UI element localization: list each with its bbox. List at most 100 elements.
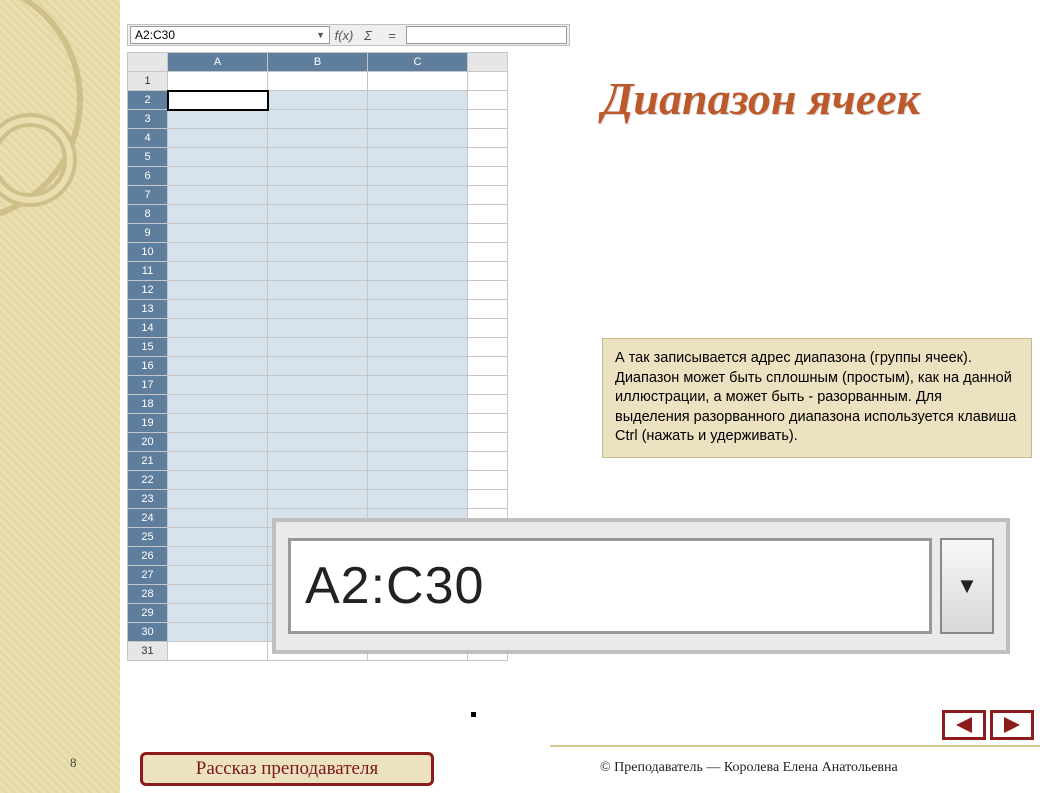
row-header[interactable]: 1 — [128, 72, 168, 91]
cell[interactable] — [468, 72, 508, 91]
cell[interactable] — [168, 376, 268, 395]
cell[interactable] — [168, 186, 268, 205]
cell[interactable] — [268, 338, 368, 357]
cell[interactable] — [468, 490, 508, 509]
cell[interactable] — [268, 300, 368, 319]
cell[interactable] — [268, 110, 368, 129]
cell[interactable] — [368, 338, 468, 357]
cell[interactable] — [168, 243, 268, 262]
row-header[interactable]: 9 — [128, 224, 168, 243]
chevron-down-icon[interactable]: ▼ — [316, 30, 325, 40]
row-header[interactable]: 28 — [128, 585, 168, 604]
cell[interactable] — [168, 91, 268, 110]
cell[interactable] — [168, 129, 268, 148]
cell[interactable] — [268, 205, 368, 224]
cell[interactable] — [468, 186, 508, 205]
row-header[interactable]: 20 — [128, 433, 168, 452]
cell[interactable] — [168, 224, 268, 243]
cell[interactable] — [268, 319, 368, 338]
cell[interactable] — [468, 91, 508, 110]
cell[interactable] — [168, 604, 268, 623]
cell[interactable] — [468, 338, 508, 357]
next-button[interactable] — [990, 710, 1034, 740]
cell[interactable] — [168, 262, 268, 281]
cell[interactable] — [168, 471, 268, 490]
cell[interactable] — [268, 357, 368, 376]
row-header[interactable]: 19 — [128, 414, 168, 433]
prev-button[interactable] — [942, 710, 986, 740]
cell[interactable] — [268, 433, 368, 452]
row-header[interactable]: 17 — [128, 376, 168, 395]
cell[interactable] — [468, 167, 508, 186]
row-header[interactable]: 23 — [128, 490, 168, 509]
cell[interactable] — [368, 395, 468, 414]
cell[interactable] — [168, 395, 268, 414]
cell[interactable] — [368, 452, 468, 471]
cell[interactable] — [168, 642, 268, 661]
cell[interactable] — [468, 319, 508, 338]
cell[interactable] — [168, 433, 268, 452]
row-header[interactable]: 5 — [128, 148, 168, 167]
cell[interactable] — [468, 395, 508, 414]
row-header[interactable]: 31 — [128, 642, 168, 661]
sum-icon[interactable]: Σ — [358, 28, 378, 43]
row-header[interactable]: 14 — [128, 319, 168, 338]
cell[interactable] — [368, 148, 468, 167]
cell[interactable] — [368, 433, 468, 452]
col-header-b[interactable]: B — [268, 53, 368, 72]
cell[interactable] — [268, 376, 368, 395]
cell[interactable] — [368, 205, 468, 224]
cell[interactable] — [368, 471, 468, 490]
col-header-c[interactable]: C — [368, 53, 468, 72]
row-header[interactable]: 22 — [128, 471, 168, 490]
cell[interactable] — [268, 471, 368, 490]
row-header[interactable]: 6 — [128, 167, 168, 186]
row-header[interactable]: 29 — [128, 604, 168, 623]
cell[interactable] — [168, 338, 268, 357]
equals-icon[interactable]: = — [382, 28, 402, 43]
row-header[interactable]: 25 — [128, 528, 168, 547]
cell[interactable] — [368, 357, 468, 376]
cell[interactable] — [468, 376, 508, 395]
cell[interactable] — [168, 585, 268, 604]
cell[interactable] — [468, 110, 508, 129]
cell[interactable] — [368, 376, 468, 395]
cell[interactable] — [268, 129, 368, 148]
row-header[interactable]: 24 — [128, 509, 168, 528]
cell[interactable] — [268, 72, 368, 91]
cell[interactable] — [168, 414, 268, 433]
cell[interactable] — [368, 167, 468, 186]
cell[interactable] — [368, 110, 468, 129]
chevron-down-icon[interactable]: ▼ — [940, 538, 994, 634]
cell[interactable] — [168, 300, 268, 319]
cell[interactable] — [368, 91, 468, 110]
cell[interactable] — [368, 129, 468, 148]
cell[interactable] — [368, 224, 468, 243]
name-box[interactable]: A2:C30 ▼ — [130, 26, 330, 44]
cell[interactable] — [268, 167, 368, 186]
cell[interactable] — [168, 148, 268, 167]
row-header[interactable]: 30 — [128, 623, 168, 642]
cell[interactable] — [468, 433, 508, 452]
cell[interactable] — [168, 110, 268, 129]
cell[interactable] — [168, 547, 268, 566]
cell[interactable] — [468, 281, 508, 300]
cell[interactable] — [168, 490, 268, 509]
cell[interactable] — [468, 205, 508, 224]
cell[interactable] — [368, 72, 468, 91]
row-header[interactable]: 4 — [128, 129, 168, 148]
cell[interactable] — [268, 224, 368, 243]
cell[interactable] — [468, 148, 508, 167]
cell[interactable] — [168, 167, 268, 186]
cell[interactable] — [268, 490, 368, 509]
cell[interactable] — [368, 262, 468, 281]
cell[interactable] — [268, 262, 368, 281]
row-header[interactable]: 12 — [128, 281, 168, 300]
cell[interactable] — [168, 566, 268, 585]
row-header[interactable]: 26 — [128, 547, 168, 566]
row-header[interactable]: 15 — [128, 338, 168, 357]
cell[interactable] — [468, 129, 508, 148]
col-header-a[interactable]: A — [168, 53, 268, 72]
cell[interactable] — [168, 623, 268, 642]
select-all-corner[interactable] — [128, 53, 168, 72]
